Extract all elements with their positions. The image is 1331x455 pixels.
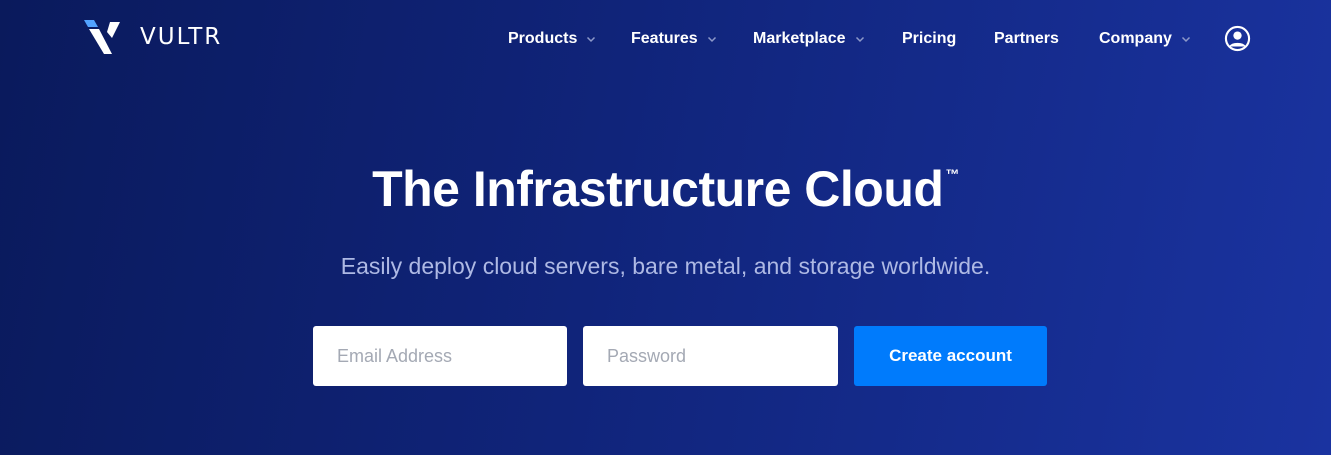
hero-title: The Infrastructure Cloud ™ [0,160,1331,218]
nav-item-products[interactable]: Products [508,24,596,54]
trademark-mark: ™ [945,166,959,182]
top-navigation: VULTR Products Features Marketplace Pric… [0,0,1331,78]
nav-item-partners[interactable]: Partners [994,24,1059,54]
password-field[interactable] [583,326,838,386]
nav-item-marketplace[interactable]: Marketplace [753,24,865,54]
vultr-logo-icon [84,20,120,54]
nav-item-features[interactable]: Features [631,24,717,54]
nav-item-company[interactable]: Company [1099,24,1191,54]
vultr-logo[interactable]: VULTR [82,18,222,56]
email-field[interactable] [313,326,567,386]
hero-title-text: The Infrastructure Cloud [372,161,944,217]
nav-item-label: Products [508,30,578,47]
chevron-down-icon [855,36,864,43]
hero-subtitle: Easily deploy cloud servers, bare metal,… [340,253,991,279]
nav-item-label: Partners [994,30,1059,47]
chevron-down-icon [587,36,596,43]
nav-item-label: Marketplace [753,30,846,47]
nav-item-label: Pricing [902,30,957,47]
chevron-down-icon [707,36,716,43]
nav-item-label: Company [1099,30,1172,47]
chevron-down-icon [1181,36,1190,43]
nav-item-label: Features [631,30,698,47]
brand-name: VULTR [140,24,223,50]
nav-item-pricing[interactable]: Pricing [902,24,956,54]
create-account-button[interactable]: Create account [854,326,1047,386]
user-circle-icon[interactable] [1224,25,1251,52]
